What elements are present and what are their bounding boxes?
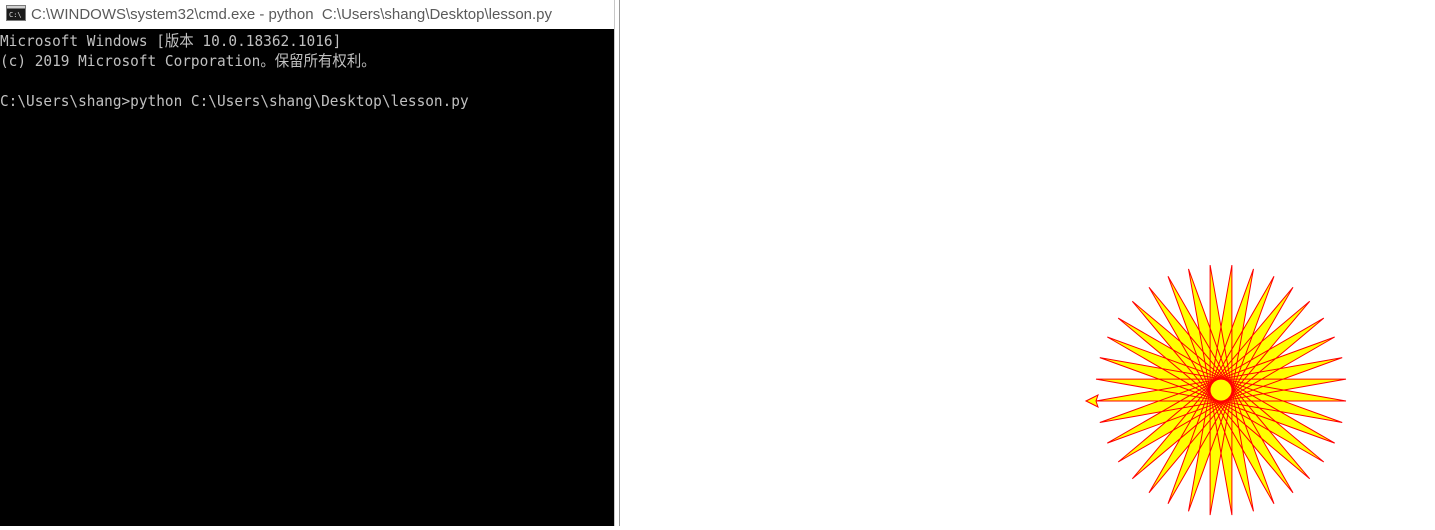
star-burst-drawing [1095,265,1347,516]
turtle-canvas[interactable] [620,0,1435,526]
console-line: Microsoft Windows [版本 10.0.18362.1016] [0,32,342,50]
console-line: (c) 2019 Microsoft Corporation。保留所有权利。 [0,52,376,70]
cmd-window[interactable]: C:\ C:\WINDOWS\system32\cmd.exe - python… [0,0,614,526]
console-output[interactable]: Microsoft Windows [版本 10.0.18362.1016] (… [0,31,614,526]
turtle-arrow-icon [1084,394,1099,408]
svg-text:C:\: C:\ [9,11,22,19]
cmd-icon: C:\ [0,4,31,25]
star-burst-shape [1095,265,1347,516]
window-title: C:\WINDOWS\system32\cmd.exe - python C:\… [31,6,553,23]
turtle-drawing [1084,265,1347,516]
console-line: C:\Users\shang>python C:\Users\shang\Des… [0,92,469,110]
cmd-titlebar[interactable]: C:\ C:\WINDOWS\system32\cmd.exe - python… [0,0,614,29]
